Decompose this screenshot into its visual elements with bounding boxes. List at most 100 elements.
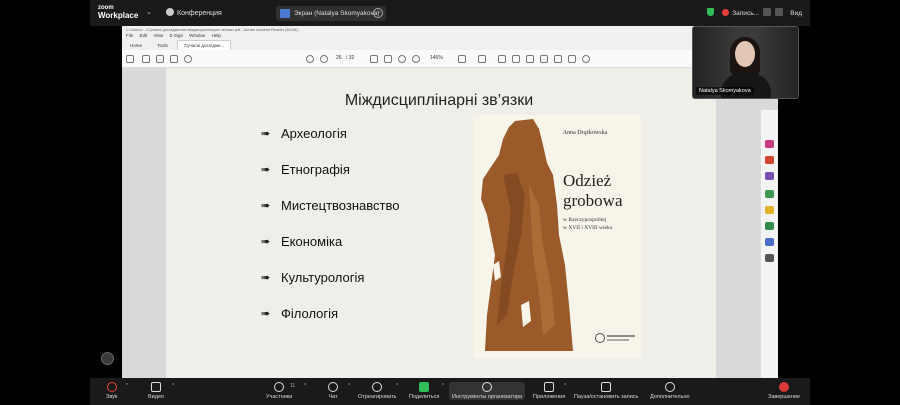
end-label: Завершение bbox=[768, 394, 800, 400]
meeting-info-button[interactable]: Конференция bbox=[166, 8, 222, 17]
book-subtitle-line1: w Rzeczypospolitej bbox=[563, 217, 607, 223]
tab-document[interactable]: Сучасні дослідже... bbox=[177, 40, 232, 50]
acrobat-tools-rail bbox=[760, 110, 778, 405]
more-options-icon[interactable]: ⋯ bbox=[373, 8, 383, 18]
publisher-mark-line bbox=[607, 339, 629, 341]
more-tools-icon[interactable] bbox=[765, 254, 774, 262]
participants-button[interactable]: Участники bbox=[266, 382, 292, 400]
comment-icon[interactable] bbox=[498, 55, 506, 63]
arrow-icon: ➠ bbox=[261, 308, 271, 320]
search-icon[interactable] bbox=[184, 55, 192, 63]
tab-tools[interactable]: Tools bbox=[151, 41, 174, 50]
chevron-up-icon[interactable]: ^ bbox=[172, 383, 174, 389]
left-letterbox bbox=[0, 0, 90, 405]
book-title-line1: Odzież bbox=[563, 171, 612, 190]
comment-tool-icon[interactable] bbox=[765, 206, 774, 214]
sign-icon[interactable] bbox=[540, 55, 548, 63]
record-control-label: Пауза/остановить запись bbox=[574, 394, 639, 400]
tab-home[interactable]: Home bbox=[124, 41, 148, 50]
zoom-out-icon[interactable] bbox=[398, 55, 406, 63]
chevron-down-icon[interactable]: ⌄ bbox=[146, 8, 152, 16]
zoom-bottom-toolbar: Звук ^ Видео ^ Участники 11 ^ Чат ^ Отре… bbox=[90, 378, 810, 405]
host-tools-button[interactable]: Инструменты организатора bbox=[449, 382, 526, 400]
export-pdf-icon[interactable] bbox=[765, 140, 774, 148]
video-button[interactable]: Видео bbox=[148, 382, 164, 400]
book-title-line2: grobowa bbox=[563, 191, 623, 210]
print-icon[interactable] bbox=[156, 55, 164, 63]
select-cursor-icon[interactable] bbox=[370, 55, 378, 63]
zoom-level-select[interactable]: 146% bbox=[430, 55, 443, 61]
react-label: Отреагировать bbox=[358, 394, 397, 400]
record-control-button[interactable]: Пауза/остановить запись bbox=[574, 382, 638, 400]
record-label: Запись... bbox=[732, 10, 759, 17]
chevron-up-icon[interactable]: ^ bbox=[304, 383, 306, 389]
chevron-up-icon[interactable]: ^ bbox=[348, 383, 350, 389]
shapes-icon[interactable] bbox=[554, 55, 562, 63]
page-total: / 32 bbox=[346, 55, 355, 61]
star-icon[interactable] bbox=[142, 55, 150, 63]
annotate-pen-icon[interactable] bbox=[101, 352, 114, 365]
edit-pdf-icon[interactable] bbox=[765, 156, 774, 164]
stamp-icon[interactable] bbox=[478, 55, 486, 63]
audio-button[interactable]: Звук bbox=[106, 382, 117, 400]
bullet-text: Культурологія bbox=[281, 270, 365, 285]
chat-button[interactable]: Чат bbox=[328, 382, 338, 400]
create-icon[interactable] bbox=[126, 55, 134, 63]
heart-icon bbox=[372, 382, 383, 392]
apps-icon bbox=[544, 382, 555, 392]
menu-esign[interactable]: E-Sign bbox=[170, 33, 184, 38]
participant-body bbox=[721, 73, 771, 98]
page-down-icon[interactable] bbox=[320, 55, 328, 63]
chevron-up-icon[interactable]: ^ bbox=[442, 383, 444, 389]
highlight-icon[interactable] bbox=[526, 55, 534, 63]
bullet-text: Етнографія bbox=[281, 162, 350, 177]
page-up-icon[interactable] bbox=[306, 55, 314, 63]
more-options-icon bbox=[664, 382, 675, 392]
participant-name: Natalya Skomyakova bbox=[696, 87, 754, 95]
screen-share-indicator[interactable]: Экран (Natalya Skomyakova) ⋯ bbox=[276, 6, 386, 21]
slide-page: Міждисциплінарні зв’язки ➠ Археологія ➠ Ет… bbox=[166, 68, 716, 378]
bullet-text: Мистецтвознавство bbox=[281, 198, 400, 213]
menu-window[interactable]: Window bbox=[189, 33, 205, 38]
protect-icon[interactable] bbox=[765, 238, 774, 246]
delete-icon[interactable] bbox=[568, 55, 576, 63]
apps-button[interactable]: Приложения bbox=[533, 382, 565, 400]
bullet-text: Філологія bbox=[281, 306, 339, 321]
slide-title: Міждисциплінарні зв’язки bbox=[344, 92, 534, 109]
menu-file[interactable]: File bbox=[126, 33, 133, 38]
arrow-icon: ➠ bbox=[261, 164, 271, 176]
create-pdf-icon[interactable] bbox=[765, 172, 774, 180]
pen-icon[interactable] bbox=[512, 55, 520, 63]
chevron-up-icon[interactable]: ^ bbox=[126, 383, 128, 389]
share-screen-icon bbox=[419, 382, 430, 392]
end-meeting-button[interactable]: Завершение bbox=[768, 382, 800, 400]
chevron-up-icon[interactable]: ^ bbox=[396, 383, 398, 389]
window-path: C:/Users/.../Сучасні дослідження міждисц… bbox=[126, 27, 298, 32]
menu-edit[interactable]: Edit bbox=[140, 33, 148, 38]
acrobat-toolbar: 26 / 32 146% bbox=[122, 50, 778, 68]
zoom-in-icon[interactable] bbox=[412, 55, 420, 63]
self-video-tile[interactable]: Natalya Skomyakova bbox=[692, 26, 799, 99]
menu-help[interactable]: Help bbox=[212, 33, 221, 38]
organize-pages-icon[interactable] bbox=[765, 190, 774, 198]
book-author: Anna Drążkowska bbox=[562, 130, 608, 136]
rotate-icon[interactable] bbox=[582, 55, 590, 63]
react-button[interactable]: Отреагировать bbox=[358, 382, 396, 400]
mail-icon[interactable] bbox=[170, 55, 178, 63]
camera-icon bbox=[151, 382, 162, 392]
arrow-icon: ➠ bbox=[261, 200, 271, 212]
arrow-icon: ➠ bbox=[261, 128, 271, 140]
share-button[interactable]: Поделиться bbox=[409, 382, 439, 400]
hand-icon[interactable] bbox=[384, 55, 392, 63]
more-button[interactable]: Дополнительно bbox=[650, 382, 690, 400]
pause-record-icon[interactable] bbox=[762, 8, 771, 16]
menu-view[interactable]: View bbox=[154, 33, 164, 38]
chevron-up-icon[interactable]: ^ bbox=[564, 383, 566, 389]
menu-bar: File Edit View E-Sign Window Help bbox=[126, 33, 226, 38]
view-button[interactable]: Вид bbox=[790, 10, 802, 17]
page-number-input[interactable]: 26 bbox=[336, 55, 342, 61]
fit-page-icon[interactable] bbox=[458, 55, 466, 63]
bullet-text: Економіка bbox=[281, 234, 343, 249]
scan-icon[interactable] bbox=[765, 222, 774, 230]
stop-record-icon[interactable] bbox=[774, 8, 783, 16]
